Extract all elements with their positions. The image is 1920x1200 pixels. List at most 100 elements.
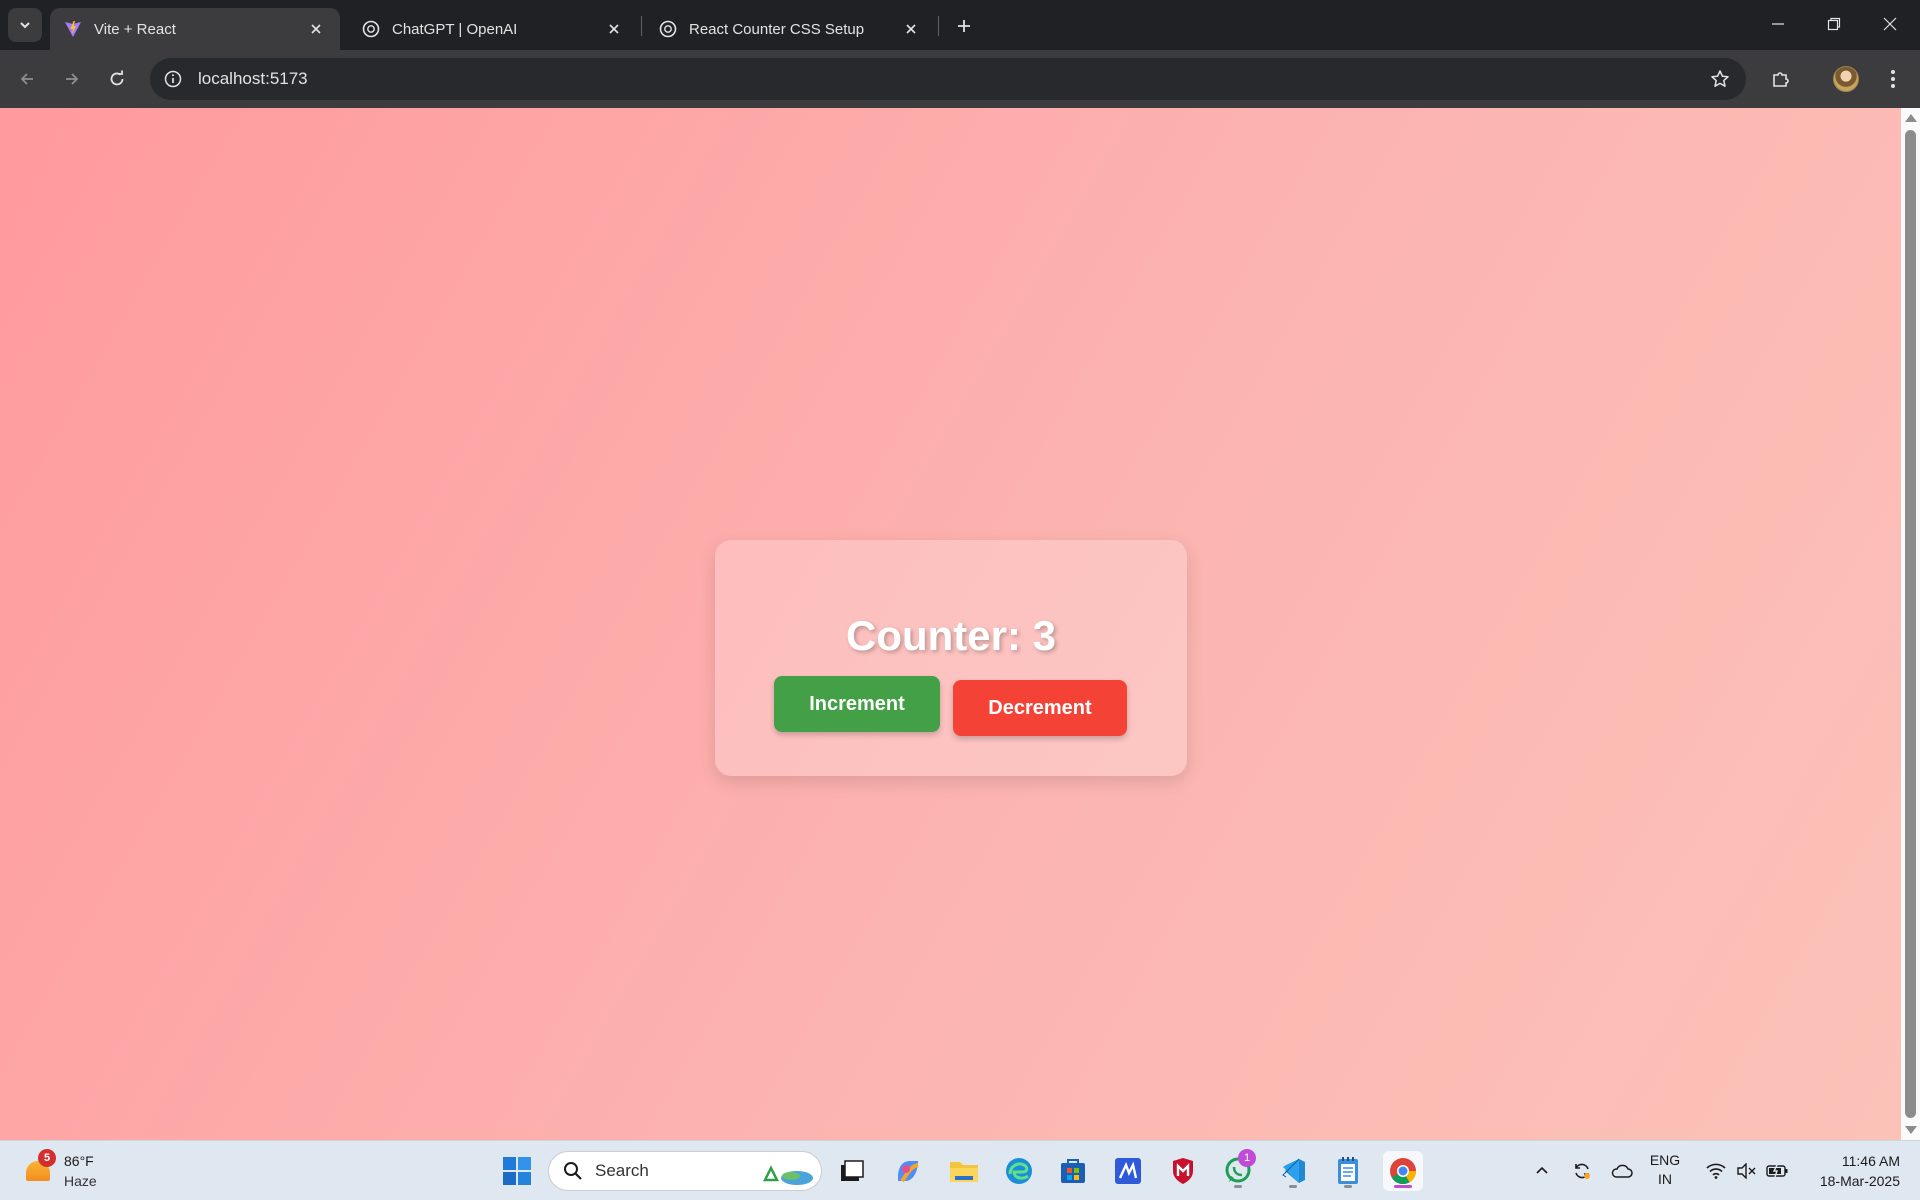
menu-button[interactable]: [1875, 61, 1911, 97]
bookmark-star-icon[interactable]: [1700, 59, 1740, 99]
taskbar-chrome[interactable]: [1383, 1151, 1423, 1191]
tab-title: React Counter CSS Setup: [689, 20, 865, 38]
system-clock[interactable]: 11:46 AM 18-Mar-2025: [1800, 1151, 1900, 1191]
show-hidden-icons-button[interactable]: [1530, 1151, 1554, 1191]
restore-icon: [1827, 17, 1841, 31]
tray-sync[interactable]: [1570, 1151, 1594, 1191]
app-tile-icon: [1115, 1158, 1141, 1184]
input-language[interactable]: ENG IN: [1640, 1151, 1690, 1189]
tab-vite-react[interactable]: Vite + React: [50, 8, 340, 50]
increment-button[interactable]: Increment: [774, 676, 940, 732]
profile-button[interactable]: [1828, 61, 1864, 97]
notepad-icon: [1338, 1157, 1358, 1184]
browser-toolbar: localhost:5173: [0, 50, 1920, 108]
vscode-icon: [1282, 1158, 1305, 1183]
vite-icon: [64, 20, 82, 38]
mcafee-shield-icon: [1173, 1158, 1193, 1184]
back-button[interactable]: [9, 61, 45, 97]
scroll-up-arrow-icon[interactable]: [1905, 114, 1917, 122]
taskbar-vscode[interactable]: [1273, 1151, 1313, 1191]
decrement-button[interactable]: Decrement: [953, 680, 1127, 736]
start-button[interactable]: [497, 1151, 537, 1191]
page-viewport: Counter: 3 Increment Decrement: [0, 108, 1901, 1140]
site-info-icon[interactable]: [152, 58, 194, 100]
task-view-icon: [841, 1160, 864, 1181]
taskbar: 5 86°F Haze Search 1 ENG IN 11:46 AM 18-…: [0, 1140, 1920, 1200]
new-tab-button[interactable]: [950, 12, 978, 40]
close-tab-icon[interactable]: [604, 19, 624, 39]
battery-charging-icon: [1766, 1164, 1788, 1178]
close-tab-icon[interactable]: [306, 19, 326, 39]
running-indicator: [1344, 1185, 1352, 1188]
tab-title: Vite + React: [94, 20, 176, 38]
copilot-icon: [898, 1161, 919, 1183]
plus-icon: [958, 20, 970, 32]
reload-button[interactable]: [99, 61, 135, 97]
taskbar-edge[interactable]: [999, 1151, 1039, 1191]
store-icon: [1061, 1159, 1085, 1183]
running-indicator: [1289, 1185, 1297, 1188]
tray-volume[interactable]: [1734, 1151, 1758, 1191]
taskbar-task-view[interactable]: [832, 1151, 872, 1191]
notification-badge: 5: [38, 1149, 56, 1167]
openai-icon: [362, 20, 380, 38]
taskbar-store[interactable]: [1053, 1151, 1093, 1191]
chrome-icon: [1390, 1158, 1417, 1185]
taskbar-app-blue[interactable]: [1108, 1151, 1148, 1191]
lang-secondary: IN: [1658, 1171, 1672, 1187]
vertical-scrollbar[interactable]: [1901, 108, 1920, 1140]
arrow-left-icon: [20, 73, 33, 85]
close-window-button[interactable]: [1862, 0, 1918, 48]
taskbar-copilot[interactable]: [888, 1151, 928, 1191]
scroll-down-arrow-icon[interactable]: [1905, 1126, 1917, 1134]
tab-chatgpt[interactable]: ChatGPT | OpenAI: [348, 8, 638, 50]
counter-heading: Counter: 3: [846, 612, 1056, 659]
reload-icon: [110, 70, 124, 86]
folder-icon: [950, 1162, 978, 1182]
tray-onedrive[interactable]: [1610, 1151, 1634, 1191]
weather-condition: Haze: [64, 1173, 97, 1189]
more-vertical-icon: [1891, 70, 1895, 88]
minimize-icon: [1772, 23, 1784, 25]
extensions-button[interactable]: [1763, 61, 1799, 97]
arrow-right-icon: [66, 73, 79, 85]
recycling-search-highlight-icon: [762, 1165, 813, 1185]
tray-battery[interactable]: [1764, 1151, 1790, 1191]
tab-search-button[interactable]: [8, 8, 42, 42]
puzzle-icon: [1773, 72, 1789, 87]
wifi-icon: [1706, 1163, 1726, 1179]
chevron-down-icon: [20, 22, 30, 29]
taskbar-mcafee[interactable]: [1163, 1151, 1203, 1191]
taskbar-notepad[interactable]: [1328, 1151, 1368, 1191]
chevron-up-icon: [1536, 1166, 1548, 1174]
search-label: Search: [595, 1161, 649, 1180]
running-indicator: [1394, 1185, 1412, 1188]
tab-strip: Vite + React ChatGPT | OpenAI React Coun…: [0, 0, 1920, 50]
avatar: [1833, 66, 1859, 92]
close-icon: [1883, 17, 1897, 31]
scroll-thumb[interactable]: [1905, 130, 1916, 1118]
tray-wifi[interactable]: [1704, 1151, 1728, 1191]
tab-title: ChatGPT | OpenAI: [392, 20, 518, 38]
weather-temperature: 86°F: [64, 1153, 94, 1169]
restore-button[interactable]: [1806, 0, 1862, 48]
taskbar-search[interactable]: Search: [548, 1151, 822, 1191]
search-icon: [564, 1162, 582, 1180]
tab-separator: [641, 16, 642, 36]
windows-logo-icon: [503, 1157, 531, 1185]
taskbar-whatsapp[interactable]: 1: [1218, 1149, 1258, 1191]
url-text[interactable]: localhost:5173: [198, 69, 1700, 89]
tab-react-counter[interactable]: React Counter CSS Setup: [645, 8, 935, 50]
minimize-button[interactable]: [1750, 0, 1806, 48]
running-indicator: [1234, 1185, 1242, 1188]
volume-muted-icon: [1737, 1163, 1756, 1179]
address-bar[interactable]: localhost:5173: [150, 58, 1746, 100]
edge-icon: [1006, 1158, 1032, 1184]
taskbar-file-explorer[interactable]: [944, 1151, 984, 1191]
weather-widget[interactable]: 5 86°F Haze: [20, 1149, 110, 1193]
lang-primary: ENG: [1649, 1152, 1681, 1168]
clock-date: 18-Mar-2025: [1819, 1173, 1900, 1189]
sync-icon: [1575, 1163, 1590, 1179]
forward-button[interactable]: [54, 61, 90, 97]
close-tab-icon[interactable]: [901, 19, 921, 39]
